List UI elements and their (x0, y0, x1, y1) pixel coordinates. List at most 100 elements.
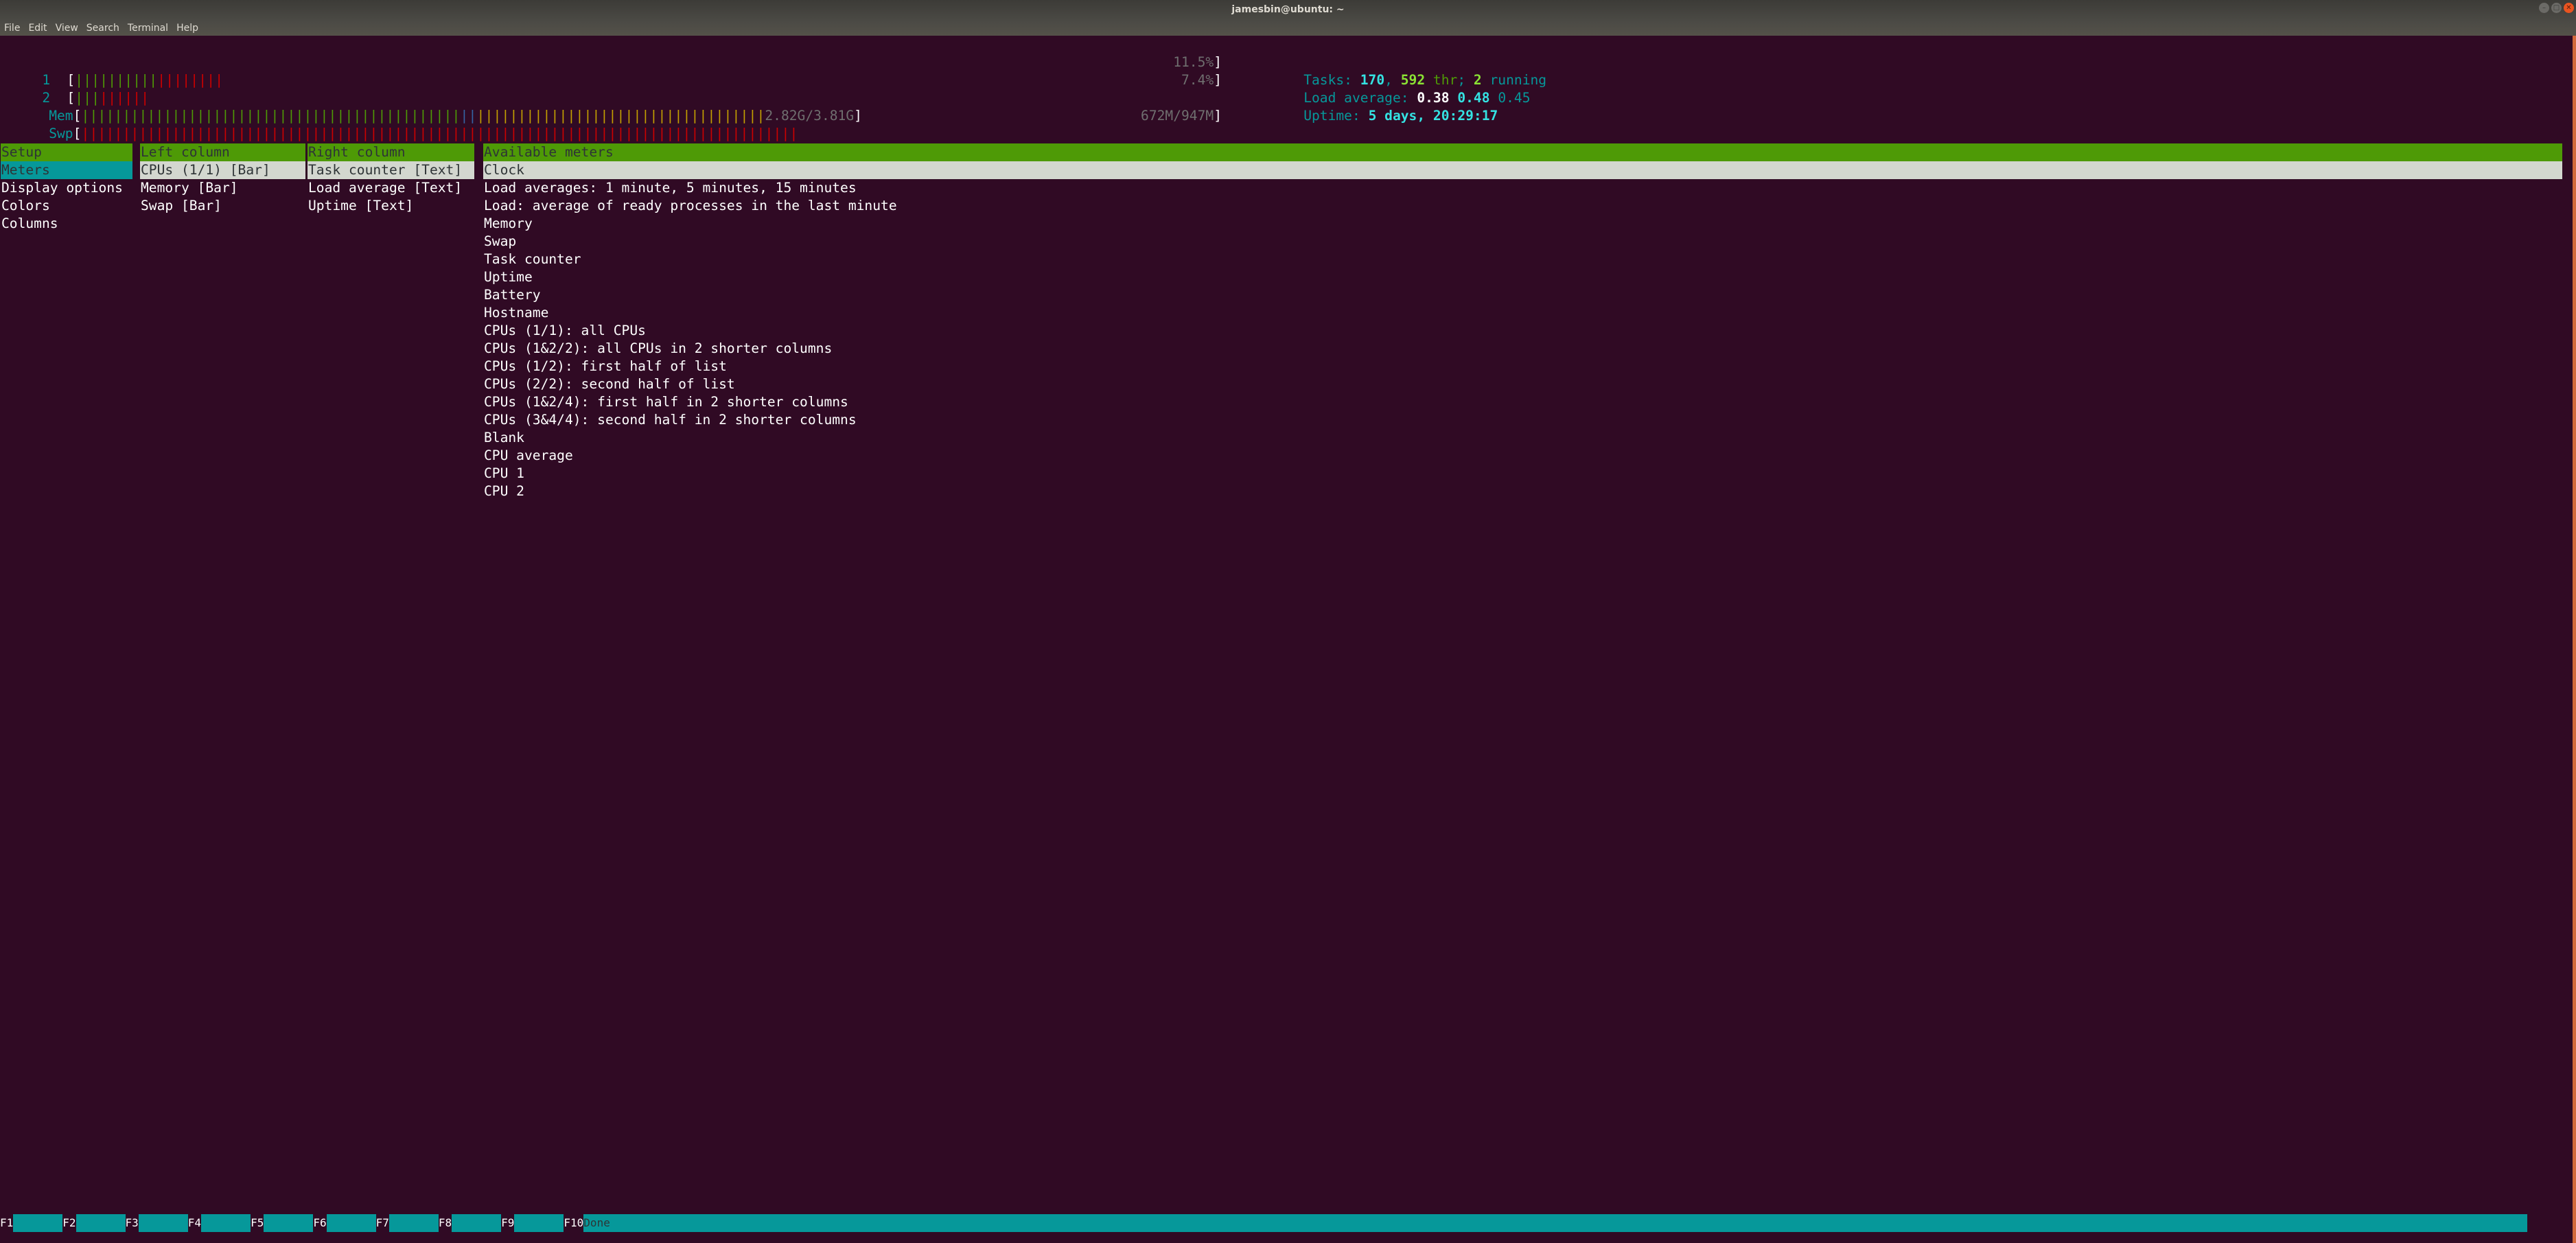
meter-bar-segment: | (699, 126, 708, 141)
cpu2-value: 7.4%] (1181, 72, 1222, 88)
function-key-label[interactable] (388, 1214, 439, 1232)
menu-file[interactable]: File (0, 21, 24, 36)
maximize-icon[interactable]: □ (2551, 3, 2562, 13)
available-meter-item[interactable]: Load averages: 1 minute, 5 minutes, 15 m… (483, 179, 2562, 197)
meter-bar-segment: | (435, 126, 444, 141)
available-meter-item[interactable]: Task counter (483, 251, 2562, 268)
setup-item-colors[interactable]: Colors (1, 197, 132, 215)
meter-bar-segment: | (608, 126, 617, 141)
available-meter-item[interactable]: CPUs (1&2/2): all CPUs in 2 shorter colu… (483, 340, 2562, 358)
function-key-label[interactable] (201, 1214, 251, 1232)
left-column-item[interactable]: Memory [Bar] (140, 179, 305, 197)
available-meter-item[interactable]: Swap (483, 233, 2562, 251)
meter-bar-segment: | (246, 126, 255, 141)
meter-bar-segment: | (682, 126, 691, 141)
function-key-f1[interactable]: F1 (0, 1214, 13, 1232)
meter-bar-segment: | (182, 72, 191, 88)
function-key-f2[interactable]: F2 (62, 1214, 76, 1232)
meter-bar-segment: | (130, 126, 139, 141)
meter-bar-segment: | (237, 126, 246, 141)
minimize-icon[interactable]: – (2539, 3, 2549, 13)
function-key-f5[interactable]: F5 (251, 1214, 264, 1232)
window-titlebar: jamesbin@ubuntu: ~ – □ ✕ File Edit View … (0, 0, 2576, 36)
menu-terminal[interactable]: Terminal (124, 21, 172, 36)
menu-view[interactable]: View (51, 21, 82, 36)
available-meter-item[interactable]: Uptime (483, 268, 2562, 286)
meter-bar-segment: | (312, 126, 321, 141)
window-controls: – □ ✕ (2539, 3, 2574, 13)
menu-edit[interactable]: Edit (24, 21, 51, 36)
meter-bar-segment: | (106, 126, 115, 141)
close-icon[interactable]: ✕ (2564, 3, 2574, 13)
meter-bar-segment: | (336, 126, 345, 141)
available-meter-item[interactable]: CPUs (1&2/4): first half in 2 shorter co… (483, 393, 2562, 411)
function-key-f4[interactable]: F4 (188, 1214, 201, 1232)
available-meter-item[interactable]: Battery (483, 286, 2562, 304)
available-meter-item[interactable]: Blank (483, 429, 2562, 447)
left-column-item[interactable]: Swap [Bar] (140, 197, 305, 215)
meter-bar-segment: | (361, 126, 370, 141)
available-meter-item[interactable]: CPUs (1/1): all CPUs (483, 322, 2562, 340)
right-column-item[interactable]: Task counter [Text] (308, 161, 474, 179)
available-meter-item[interactable]: Memory (483, 215, 2562, 233)
meter-bar-segment: | (493, 126, 502, 141)
meter-bar-segment: | (394, 126, 403, 141)
left-column-item[interactable]: CPUs (1/1) [Bar] (140, 161, 305, 179)
available-meter-item[interactable]: Clock (483, 161, 2562, 179)
cpu1-value: 11.5%] (1173, 54, 1222, 70)
meter-bar-segment: | (658, 126, 666, 141)
right-column-item[interactable]: Uptime [Text] (308, 197, 474, 215)
meter-bar-segment: | (501, 126, 510, 141)
right-column-item[interactable]: Load average [Text] (308, 179, 474, 197)
meter-bar-segment: | (190, 72, 199, 88)
function-key-label[interactable] (76, 1214, 126, 1232)
meter-bar-segment: | (575, 126, 584, 141)
available-meter-item[interactable]: CPUs (1/2): first half of list (483, 358, 2562, 375)
function-key-label[interactable] (514, 1214, 564, 1232)
swp-label: Swp (49, 126, 73, 141)
meter-bar-segment: | (279, 126, 288, 141)
meter-bar-segment: | (476, 126, 485, 141)
function-key-label[interactable] (13, 1214, 63, 1232)
function-key-f7[interactable]: F7 (376, 1214, 389, 1232)
meter-bar-segment: | (139, 126, 148, 141)
function-key-f3[interactable]: F3 (126, 1214, 139, 1232)
meter-bar-segment: | (114, 126, 123, 141)
meter-bar-segment: | (89, 126, 98, 141)
meter-bar-segment: | (460, 126, 469, 141)
meter-bar-segment: | (320, 126, 329, 141)
function-key-f10[interactable]: F10 (564, 1214, 583, 1232)
function-key-label[interactable] (452, 1214, 502, 1232)
swp-meter: Swp[||||||||||||||||||||||||||||||||||||… (49, 126, 798, 141)
meter-bar-segment: | (723, 126, 732, 141)
menu-search[interactable]: Search (82, 21, 124, 36)
setup-item-display-options[interactable]: Display options (1, 179, 132, 197)
setup-item-columns[interactable]: Columns (1, 215, 132, 233)
meter-bar-segment: | (378, 126, 386, 141)
available-meter-item[interactable]: CPUs (3&4/4): second half in 2 shorter c… (483, 411, 2562, 429)
meter-bar-segment: | (172, 126, 181, 141)
menu-help[interactable]: Help (172, 21, 202, 36)
available-meter-item[interactable]: Hostname (483, 304, 2562, 322)
mem-meter: Mem[||||||||||||||||||||||||||||||||||||… (49, 108, 862, 124)
function-key-label[interactable] (326, 1214, 376, 1232)
meter-bar-segment: | (641, 126, 650, 141)
function-key-f8[interactable]: F8 (439, 1214, 452, 1232)
setup-item-meters[interactable]: Meters (1, 161, 132, 179)
meter-bar-segment: | (149, 72, 158, 88)
function-key-label[interactable]: Done (583, 1214, 2528, 1232)
terminal-scrollbar[interactable] (2573, 36, 2576, 1243)
available-meter-item[interactable]: CPUs (2/2): second half of list (483, 375, 2562, 393)
meter-bar-segment: | (97, 126, 106, 141)
available-meter-item[interactable]: CPU 1 (483, 465, 2562, 483)
meter-bar-segment: | (550, 126, 559, 141)
meter-bar-segment: | (559, 126, 568, 141)
available-meter-item[interactable]: CPU average (483, 447, 2562, 465)
function-key-f9[interactable]: F9 (501, 1214, 514, 1232)
available-meter-item[interactable]: CPU 2 (483, 483, 2562, 500)
function-key-f6[interactable]: F6 (313, 1214, 326, 1232)
function-key-label[interactable] (264, 1214, 314, 1232)
function-key-label[interactable] (138, 1214, 188, 1232)
load-average-meter: Load average: 0.38 0.48 0.45 (1303, 90, 1531, 106)
available-meter-item[interactable]: Load: average of ready processes in the … (483, 197, 2562, 215)
